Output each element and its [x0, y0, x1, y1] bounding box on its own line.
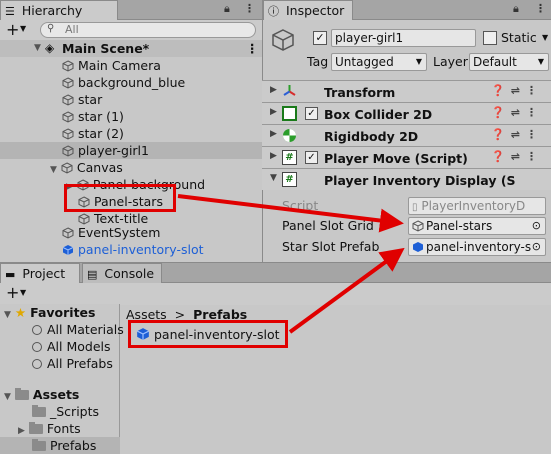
annotation-arrows: [177, 194, 405, 334]
arrow-prefab: [288, 247, 405, 334]
arrow-panel-stars: [177, 194, 404, 233]
